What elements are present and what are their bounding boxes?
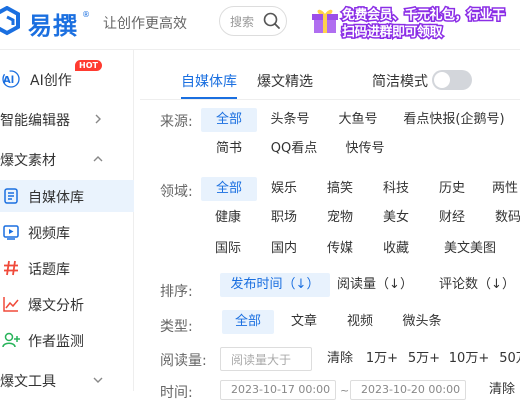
domain-option[interactable]: 美女 — [368, 206, 424, 230]
sidebar-group-tools[interactable]: 爆文工具 — [0, 364, 134, 396]
toggle-knob — [434, 72, 450, 88]
type-option[interactable]: 微头条 — [392, 310, 452, 334]
reads-option[interactable]: 50万 — [494, 347, 520, 371]
domain-label: 领域: — [160, 184, 193, 200]
domain-option[interactable]: 科技 — [368, 177, 424, 201]
sidebar-item-media-library[interactable]: 自媒体库 — [0, 180, 134, 212]
chevron-down-icon — [93, 377, 103, 383]
reads-option[interactable]: 10万+ — [447, 347, 491, 371]
domain-option[interactable]: 传媒 — [312, 237, 368, 261]
sidebar-item-label: 作者监测 — [28, 334, 84, 350]
domain-option[interactable]: 两性 — [480, 177, 520, 201]
sort-option[interactable]: 发布时间（↓） — [220, 273, 330, 297]
reads-min-input[interactable]: 阅读量大于 — [220, 347, 312, 371]
logo-registered-mark: ® — [82, 10, 90, 19]
domain-option[interactable]: 健康 — [200, 206, 256, 230]
source-option[interactable]: 大鱼号 — [330, 108, 386, 132]
domain-option[interactable]: 职场 — [256, 206, 312, 230]
sort-option[interactable]: 阅读量（↓） — [330, 273, 420, 297]
source-option[interactable]: 看点快报(企鹅号) — [400, 108, 508, 132]
tab-featured-articles[interactable]: 爆文精选 — [257, 71, 313, 91]
domain-option[interactable]: 宠物 — [312, 206, 368, 230]
tab-media-library[interactable]: 自媒体库 — [181, 71, 237, 91]
sidebar: Al AI创作 HOT 智能编辑器 爆文素材 自媒体库 视频库 话题库 爆文分析… — [0, 50, 134, 391]
sidebar-item-ai-create[interactable]: Al AI创作 HOT — [0, 60, 134, 95]
banner-text-line2: 扫码进群即可领取 — [340, 24, 444, 42]
sidebar-item-author-monitor[interactable]: 作者监测 — [0, 324, 134, 356]
source-label: 来源: — [160, 114, 193, 130]
domain-option[interactable]: 数码 — [480, 206, 520, 230]
type-option[interactable]: 文章 — [280, 310, 328, 334]
sidebar-item-label: 智能编辑器 — [0, 113, 70, 129]
chevron-up-icon — [93, 156, 103, 162]
source-option[interactable]: 头条号 — [262, 108, 318, 132]
sidebar-item-label: 话题库 — [28, 262, 70, 278]
time-label: 时间: — [160, 385, 193, 401]
reads-clear-button[interactable]: 清除 — [322, 347, 358, 371]
reads-option[interactable]: 5万+ — [404, 347, 444, 371]
sort-option[interactable]: 评论数（↓） — [432, 273, 520, 297]
source-option[interactable]: QQ看点 — [266, 137, 322, 161]
promo-banner[interactable]: 免费会员、千元礼包，行业干 扫码进群即可领取 — [300, 0, 520, 44]
sort-label: 排序: — [160, 284, 193, 300]
top-bar: 易撰 ® 让创作更高效 搜索 免费会员、千元礼包，行业干 扫码进群即可领取 — [0, 0, 520, 50]
source-option[interactable]: 简书 — [201, 137, 257, 161]
sidebar-item-label: AI创作 — [30, 73, 72, 89]
hot-badge: HOT — [75, 60, 102, 71]
sidebar-item-topic-library[interactable]: 话题库 — [0, 252, 134, 284]
domain-option[interactable]: 全部 — [201, 177, 257, 201]
domain-option[interactable]: 国内 — [256, 237, 312, 261]
simple-mode-label: 简洁模式 — [372, 74, 428, 90]
document-icon — [4, 188, 18, 204]
sidebar-item-smart-editor[interactable]: 智能编辑器 — [0, 103, 134, 135]
simple-mode-toggle[interactable] — [432, 70, 472, 90]
domain-option[interactable]: 娱乐 — [256, 177, 312, 201]
source-option[interactable]: 全部 — [201, 108, 257, 132]
sidebar-item-label: 视频库 — [28, 226, 70, 242]
sidebar-item-video-library[interactable]: 视频库 — [0, 216, 134, 248]
domain-option[interactable]: 搞笑 — [312, 177, 368, 201]
chevron-right-icon — [95, 114, 101, 124]
slogan: 让创作更高效 — [103, 16, 187, 32]
add-user-icon — [2, 332, 20, 348]
domain-option[interactable]: 国际 — [200, 237, 256, 261]
reads-label: 阅读量: — [160, 353, 207, 369]
active-tab-underline — [181, 97, 237, 99]
start-date-input[interactable]: 2023-10-17 00:00 — [220, 380, 336, 400]
chart-icon — [3, 297, 19, 312]
domain-option[interactable]: 历史 — [424, 177, 480, 201]
logo-icon — [0, 6, 20, 36]
gift-icon — [312, 9, 338, 33]
sidebar-item-label: 自媒体库 — [28, 190, 84, 206]
search-icon[interactable] — [262, 11, 282, 31]
content-tabs: 自媒体库 爆文精选 简洁模式 — [140, 60, 520, 100]
sidebar-group-materials[interactable]: 爆文素材 — [0, 143, 134, 175]
sidebar-item-label: 爆文分析 — [28, 298, 84, 314]
type-label: 类型: — [160, 319, 193, 335]
end-date-value: 2023-10-20 00:00 — [361, 383, 461, 396]
search-box[interactable]: 搜索 — [219, 6, 287, 36]
end-date-input[interactable]: 2023-10-20 00:00 — [350, 380, 466, 400]
ai-icon: Al — [2, 70, 20, 88]
time-clear-button[interactable]: 清除 — [484, 378, 520, 402]
sidebar-item-article-analysis[interactable]: 爆文分析 — [0, 288, 134, 320]
hashtag-icon — [4, 260, 18, 276]
type-option[interactable]: 全部 — [222, 310, 274, 334]
type-option[interactable]: 视频 — [336, 310, 384, 334]
domain-option[interactable]: 美文美图 — [434, 237, 506, 261]
domain-option[interactable]: 财经 — [424, 206, 480, 230]
sidebar-group-label: 爆文素材 — [0, 153, 56, 169]
reads-input-placeholder: 阅读量大于 — [231, 353, 292, 367]
video-icon — [3, 225, 19, 240]
domain-option[interactable]: 收藏 — [368, 237, 424, 261]
reads-option[interactable]: 1万+ — [362, 347, 402, 371]
source-option[interactable]: 快传号 — [337, 137, 393, 161]
sidebar-group-label: 爆文工具 — [0, 374, 56, 390]
search-placeholder: 搜索 — [230, 15, 255, 29]
logo-text: 易撰 — [28, 12, 78, 40]
start-date-value: 2023-10-17 00:00 — [231, 383, 331, 396]
